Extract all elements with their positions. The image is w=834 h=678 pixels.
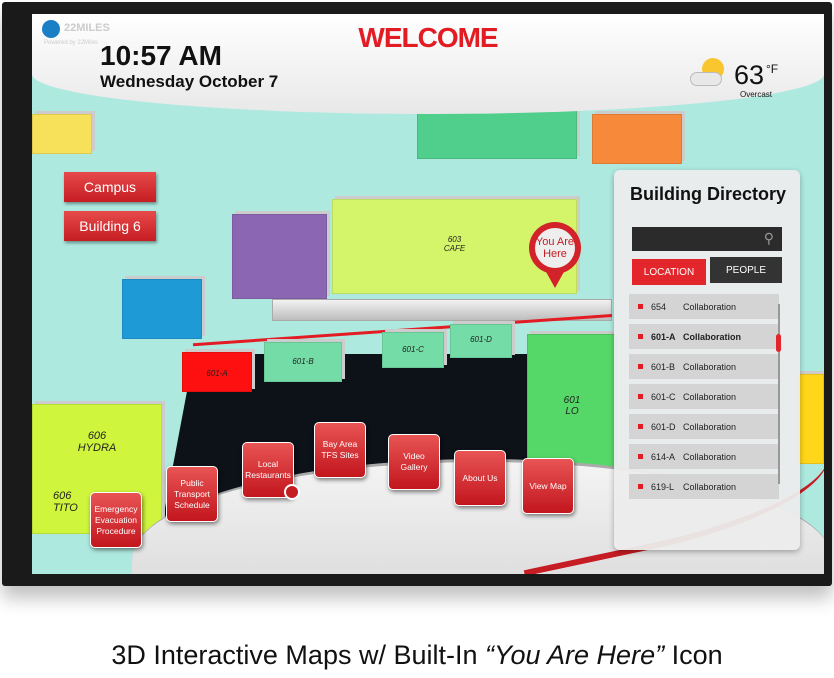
directory-row[interactable]: 601-D Collaboration bbox=[629, 414, 779, 439]
you-are-here-marker[interactable]: You Are Here bbox=[529, 222, 581, 290]
menu-tile[interactable]: View Map bbox=[522, 458, 574, 514]
scrollbar-thumb[interactable] bbox=[776, 334, 781, 352]
menu-tile[interactable]: Bay Area TFS Sites bbox=[314, 422, 366, 478]
bullet-icon bbox=[638, 484, 643, 489]
room-601b[interactable]: 601-B bbox=[264, 342, 342, 382]
directory-row[interactable]: 614-A Collaboration bbox=[629, 444, 779, 469]
bullet-icon bbox=[638, 304, 643, 309]
bullet-icon bbox=[638, 364, 643, 369]
tab-location[interactable]: LOCATION bbox=[632, 259, 706, 285]
tab-people[interactable]: PEOPLE bbox=[710, 257, 782, 283]
room-601a[interactable]: 601-A bbox=[182, 352, 252, 392]
building-button[interactable]: Building 6 bbox=[64, 211, 156, 241]
weather-temp: 63 bbox=[734, 60, 765, 90]
welcome-title: WELCOME bbox=[358, 22, 498, 53]
weather-unit: °F bbox=[766, 62, 779, 76]
directory-row[interactable]: 601-C Collaboration bbox=[629, 384, 779, 409]
search-icon[interactable]: ⚲ bbox=[764, 230, 774, 247]
room-601c[interactable]: 601-C bbox=[382, 332, 444, 368]
clock-date: Wednesday October 7 bbox=[100, 72, 279, 91]
caption: 3D Interactive Maps w/ Built-In “You Are… bbox=[111, 640, 723, 670]
bullet-icon bbox=[638, 454, 643, 459]
directory-row[interactable]: 601-A Collaboration bbox=[629, 324, 779, 349]
menu-tile[interactable]: About Us bbox=[454, 450, 506, 506]
menu-tile[interactable]: Emergency Evacuation Procedure bbox=[90, 492, 142, 548]
room-yellow[interactable] bbox=[32, 114, 92, 154]
bullet-icon bbox=[638, 334, 643, 339]
weather-condition: Overcast bbox=[740, 90, 773, 99]
room-blue[interactable] bbox=[122, 279, 202, 339]
directory-title: Building Directory bbox=[630, 184, 787, 204]
display-frame: 603 CAFE 601-A 601-B 601-C 601-D 601 LO … bbox=[2, 2, 832, 586]
directory-search-input[interactable]: ⚲ bbox=[632, 227, 782, 251]
bullet-icon bbox=[638, 394, 643, 399]
room-601d[interactable]: 601-D bbox=[450, 324, 512, 358]
menu-tile[interactable]: Video Gallery bbox=[388, 434, 440, 490]
directory-row[interactable]: 601-B Collaboration bbox=[629, 354, 779, 379]
scrollbar-track[interactable] bbox=[778, 304, 780, 484]
partly-cloudy-icon bbox=[690, 58, 728, 90]
room-orange[interactable] bbox=[592, 114, 682, 164]
kiosk-screen: 603 CAFE 601-A 601-B 601-C 601-D 601 LO … bbox=[32, 14, 824, 574]
room-purple[interactable] bbox=[232, 214, 327, 299]
directory-row[interactable]: 654 Collaboration bbox=[629, 294, 779, 319]
touch-hand-icon bbox=[284, 484, 300, 500]
building-directory-panel: Building Directory ⚲ LOCATION PEOPLE 654… bbox=[614, 170, 800, 550]
campus-button[interactable]: Campus bbox=[64, 172, 156, 202]
directory-row[interactable]: 619-L Collaboration bbox=[629, 474, 779, 499]
bullet-icon bbox=[638, 424, 643, 429]
menu-tile[interactable]: Public Transport Schedule bbox=[166, 466, 218, 522]
